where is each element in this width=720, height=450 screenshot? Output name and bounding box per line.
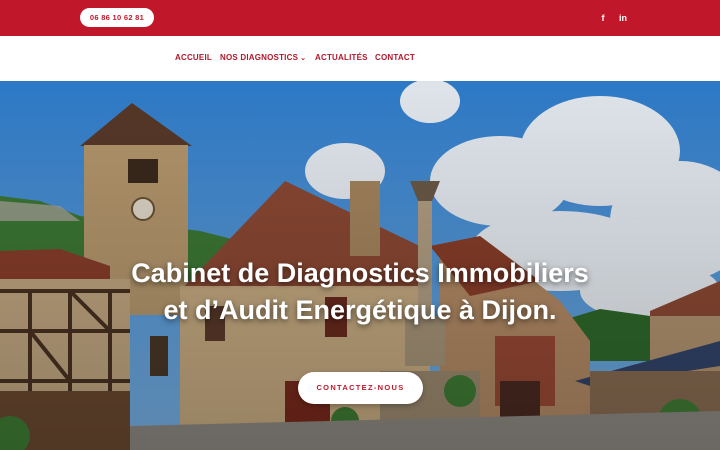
- chevron-down-icon: ⌄: [300, 55, 307, 62]
- main-nav: ACCUEIL NOS DIAGNOSTICS ⌄ ACTUALITÉS CONT…: [0, 36, 720, 81]
- nav-item-contact[interactable]: CONTACT: [375, 53, 415, 62]
- contact-us-button[interactable]: CONTACTEZ-NOUS: [298, 372, 423, 404]
- nav-item-label: ACCUEIL: [175, 53, 212, 62]
- facebook-icon[interactable]: f: [596, 11, 610, 25]
- nav-item-label: NOS DIAGNOSTICS: [220, 53, 299, 62]
- nav-item-actualites[interactable]: ACTUALITÉS: [315, 53, 368, 62]
- nav-item-label: CONTACT: [375, 53, 415, 62]
- nav-item-label: ACTUALITÉS: [315, 53, 368, 62]
- phone-number-button[interactable]: 06 86 10 62 81: [80, 8, 154, 27]
- nav-item-accueil[interactable]: ACCUEIL: [175, 53, 212, 62]
- linkedin-icon[interactable]: in: [616, 11, 630, 25]
- hero-title-line-1: Cabinet de Diagnostics Immobiliers: [131, 258, 589, 288]
- hero-section: Cabinet de Diagnostics Immobiliers et d’…: [0, 81, 720, 450]
- hero-title-line-2: et d’Audit Energétique à Dijon.: [163, 295, 557, 325]
- nav-item-nos-diagnostics[interactable]: NOS DIAGNOSTICS ⌄: [220, 53, 306, 62]
- top-bar: 06 86 10 62 81 f in: [0, 0, 720, 36]
